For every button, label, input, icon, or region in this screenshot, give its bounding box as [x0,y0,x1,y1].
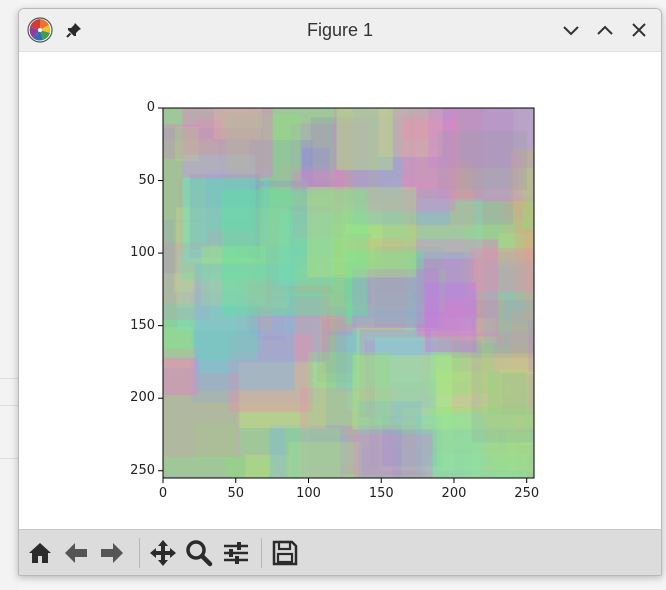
chevron-down-icon [563,26,579,36]
toolbar-separator [139,538,140,568]
save-button[interactable] [270,538,300,568]
y-tick-label: 100 [130,245,155,261]
x-tick-label: 50 [227,486,244,501]
y-tick-label: 150 [130,317,155,333]
plot-axes[interactable] [19,52,661,529]
toolbar-separator [261,538,262,568]
figure-canvas[interactable]: 0 50 100 150 200 250 0 50 100 150 200 250 [19,52,661,529]
x-tick-label: 200 [441,486,467,501]
configure-icon [224,542,248,564]
y-tick-label: 200 [130,390,155,406]
home-button[interactable] [25,538,55,568]
pan-button[interactable] [148,538,178,568]
image-patch [402,114,436,140]
configure-subplots-button[interactable] [221,538,251,568]
pan-icon [150,540,176,566]
image-plot [163,108,534,478]
close-icon [632,23,646,37]
image-patch [470,248,534,292]
image-patch [163,373,240,457]
image-patch [533,329,534,420]
minimize-button[interactable] [560,19,582,41]
figure-window: Figure 1 0 50 100 150 200 250 0 50 100 150 200 250 [18,8,662,576]
navigation-toolbar [19,529,661,575]
forward-icon [101,543,123,563]
image-patch [523,376,534,429]
background-divider [0,405,18,406]
home-icon [29,543,51,563]
back-icon [65,543,87,563]
x-tick-label: 250 [514,486,540,501]
image-patch [437,130,528,190]
zoom-button[interactable] [184,538,214,568]
image-patch [307,351,391,426]
y-tick-label: 0 [146,100,155,115]
image-patch [163,348,200,375]
x-tick-label: 100 [296,486,321,501]
title-bar[interactable]: Figure 1 [19,9,661,52]
image-patch [343,474,426,478]
back-button[interactable] [61,538,91,568]
image-patch [424,282,477,353]
image-patch [531,117,534,183]
image-patch [528,320,534,372]
image-patch [288,441,362,478]
background-gutter [0,0,18,590]
image-patch [163,475,232,478]
zoom-icon [186,540,213,567]
y-tick-label: 50 [138,172,155,188]
background-divider [0,378,18,379]
forward-button[interactable] [97,538,127,568]
save-icon [272,540,298,566]
image-patch [471,300,534,443]
image-patch [353,433,433,478]
close-button[interactable] [628,19,650,41]
image-patch [524,208,534,321]
chevron-up-icon [597,25,613,35]
image-patch [307,186,417,278]
image-patch [336,108,393,170]
background-divider [0,458,18,459]
image-patch [175,126,199,162]
maximize-button[interactable] [594,19,616,41]
y-tick-label: 250 [130,462,155,478]
x-tick-label: 0 [158,486,168,501]
x-tick-label: 150 [368,486,394,501]
